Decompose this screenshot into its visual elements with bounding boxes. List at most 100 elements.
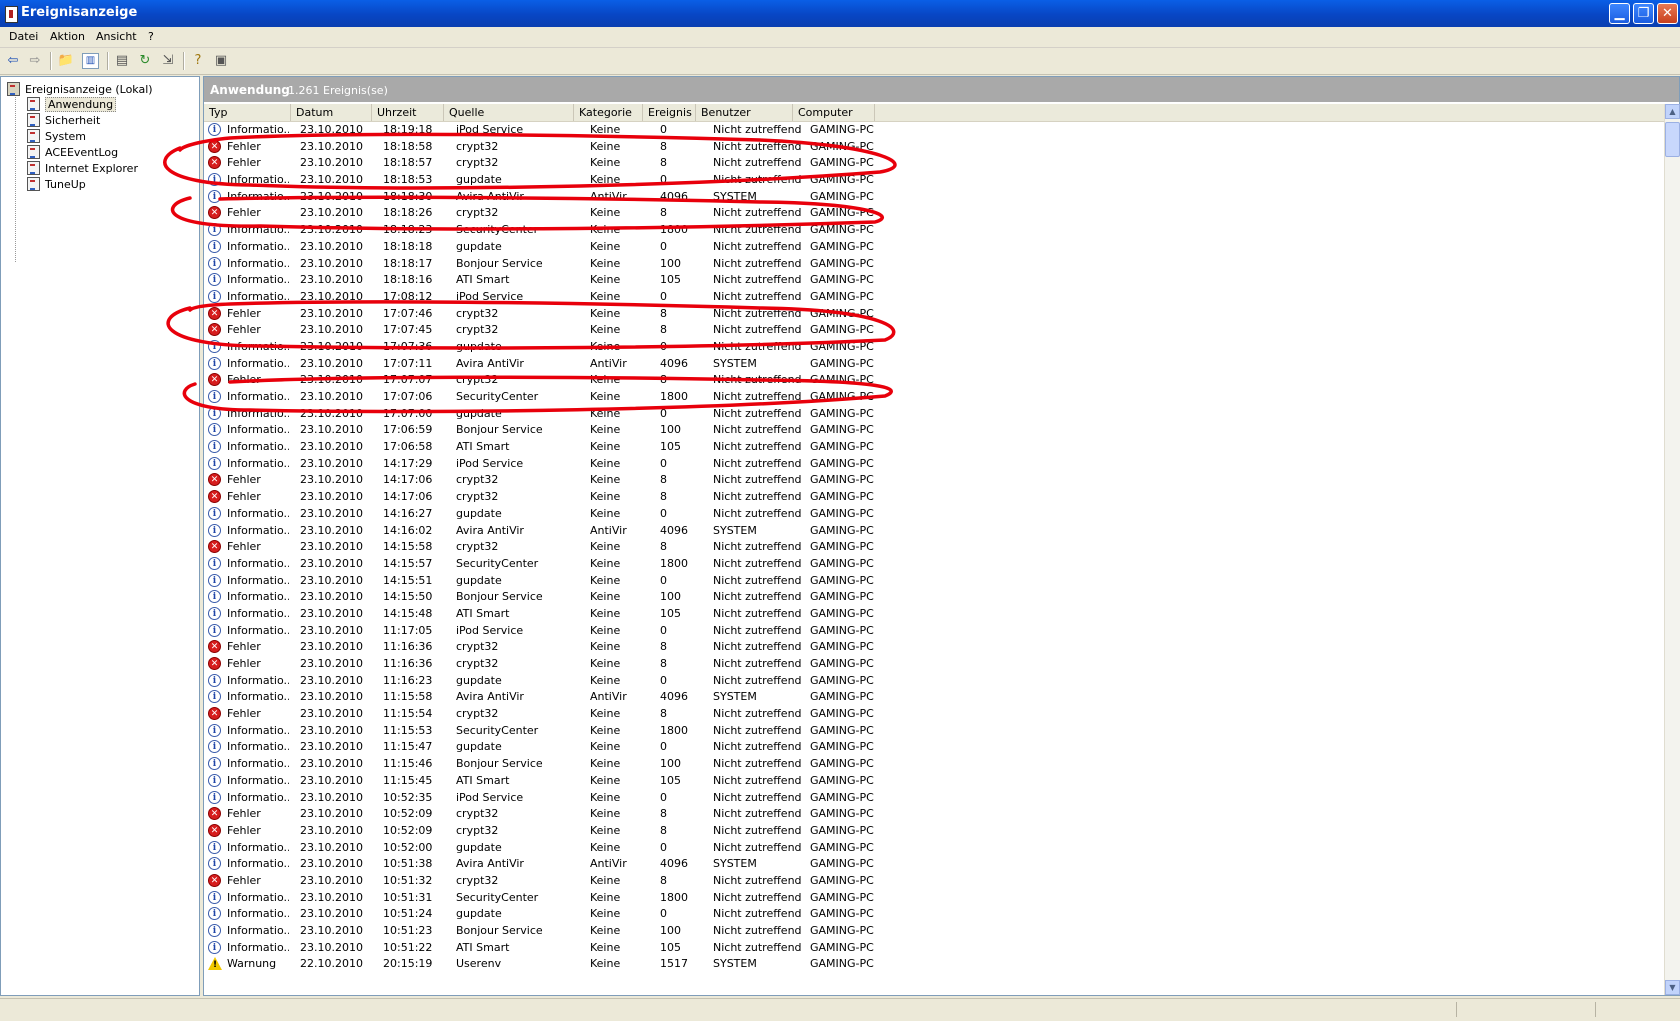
column-header-datum[interactable]: Datum	[291, 104, 372, 121]
table-row[interactable]: i Informatio... 23.10.2010 11:15:47 gupdate K…	[204, 739, 1664, 756]
column-header-computer[interactable]: Computer	[793, 104, 875, 121]
table-row[interactable]: ✕ Fehler 23.10.2010 14:15:58 crypt32 Keine 8 Ni…	[204, 539, 1664, 556]
export-list-icon[interactable]: ⇲	[159, 52, 177, 69]
menu-ansicht[interactable]: Ansicht	[96, 30, 137, 43]
table-row[interactable]: i Informatio... 23.10.2010 14:16:27 gupdate K…	[204, 506, 1664, 523]
table-row[interactable]: i Informatio... 23.10.2010 17:06:59 Bonjour …	[204, 422, 1664, 439]
table-row[interactable]: i Informatio... 23.10.2010 14:15:48 ATI Smar…	[204, 606, 1664, 623]
table-row[interactable]: i Informatio... 23.10.2010 11:15:46 Bonjour …	[204, 756, 1664, 773]
tree-root[interactable]: Ereignisanzeige (Lokal)	[7, 82, 153, 96]
table-row[interactable]: i Informatio... 23.10.2010 18:18:23 Security…	[204, 222, 1664, 239]
table-row[interactable]: ✕ Fehler 23.10.2010 17:07:46 crypt32 Keine 8 Ni…	[204, 306, 1664, 323]
cell-typ: Fehler	[227, 306, 261, 320]
table-row[interactable]: i Informatio... 23.10.2010 18:18:17 Bonjour …	[204, 256, 1664, 273]
table-row[interactable]: i Informatio... 23.10.2010 14:15:50 Bonjour …	[204, 589, 1664, 606]
column-header-quelle[interactable]: Quelle	[444, 104, 574, 121]
cell-ereignis: 0	[660, 740, 667, 754]
tree-item-anwendung[interactable]: Anwendung	[27, 97, 117, 112]
table-row[interactable]: i Informatio... 23.10.2010 17:06:58 ATI Smar…	[204, 439, 1664, 456]
table-row[interactable]: i Informatio... 23.10.2010 18:18:30 Avira An…	[204, 189, 1664, 206]
cell-kategorie: Keine	[590, 957, 621, 971]
log-icon	[27, 129, 40, 143]
table-row[interactable]: i Informatio... 23.10.2010 18:18:16 ATI Smar…	[204, 272, 1664, 289]
table-row[interactable]: i Informatio... 23.10.2010 10:51:23 Bonjour …	[204, 923, 1664, 940]
menu-datei[interactable]: Datei	[9, 30, 38, 43]
table-row[interactable]: i Informatio... 23.10.2010 14:17:29 iPod Ser…	[204, 456, 1664, 473]
up-folder-icon[interactable]: 📁	[57, 52, 75, 69]
tree-item-tuneup[interactable]: TuneUp	[27, 177, 86, 191]
table-row[interactable]: ✕ Fehler 23.10.2010 11:16:36 crypt32 Keine 8 Ni…	[204, 656, 1664, 673]
scroll-up-icon[interactable]: ▲	[1665, 104, 1680, 119]
forward-arrow-icon[interactable]: ⇨	[26, 52, 44, 69]
help-icon[interactable]: ?	[189, 52, 207, 69]
column-header-uhrzeit[interactable]: Uhrzeit	[372, 104, 444, 121]
cell-quelle: Bonjour Service	[456, 924, 543, 937]
info-icon: i	[208, 790, 221, 804]
properties-icon[interactable]: ▤	[113, 52, 131, 69]
table-row[interactable]: i Informatio... 23.10.2010 10:52:35 iPod Ser…	[204, 790, 1664, 807]
table-row[interactable]: ✕ Fehler 23.10.2010 11:15:54 crypt32 Keine 8 Ni…	[204, 706, 1664, 723]
table-row[interactable]: ✕ Fehler 23.10.2010 18:18:58 crypt32 Keine 8 Ni…	[204, 139, 1664, 156]
table-row[interactable]: i Informatio... 23.10.2010 11:15:53 Security…	[204, 723, 1664, 740]
table-row[interactable]: i Informatio... 23.10.2010 14:15:57 Security…	[204, 556, 1664, 573]
vertical-scrollbar[interactable]: ▲ ▼	[1664, 104, 1680, 995]
table-row[interactable]: ✕ Fehler 23.10.2010 10:51:32 crypt32 Keine 8 Ni…	[204, 873, 1664, 890]
tree-item-internet-explorer[interactable]: Internet Explorer	[27, 161, 138, 175]
help-topics-icon[interactable]: ▣	[212, 52, 230, 69]
table-row[interactable]: ✕ Fehler 23.10.2010 17:07:07 crypt32 Keine 8 Ni…	[204, 372, 1664, 389]
column-header-kategorie[interactable]: Kategorie	[574, 104, 643, 121]
minimize-button[interactable]: ▁	[1609, 3, 1630, 24]
table-row[interactable]: i Informatio... 23.10.2010 17:07:00 gupdate K…	[204, 406, 1664, 423]
restore-button[interactable]: ❐	[1633, 3, 1654, 24]
table-row[interactable]: ✕ Fehler 23.10.2010 18:18:57 crypt32 Keine 8 Ni…	[204, 155, 1664, 172]
tree-item-label: System	[45, 130, 87, 143]
table-row[interactable]: i Informatio... 23.10.2010 18:19:18 iPod Ser…	[204, 122, 1664, 139]
table-row[interactable]: ! Warnung 22.10.2010 20:15:19 Userenv Keine 15…	[204, 956, 1664, 973]
table-row[interactable]: i Informatio... 23.10.2010 17:07:11 Avira An…	[204, 356, 1664, 373]
table-row[interactable]: i Informatio... 23.10.2010 17:08:12 iPod Ser…	[204, 289, 1664, 306]
scroll-down-icon[interactable]: ▼	[1665, 980, 1680, 995]
cell-uhrzeit: 11:17:05	[383, 623, 433, 637]
table-row[interactable]: i Informatio... 23.10.2010 11:15:58 Avira An…	[204, 689, 1664, 706]
table-row[interactable]: ✕ Fehler 23.10.2010 14:17:06 crypt32 Keine 8 Ni…	[204, 489, 1664, 506]
table-row[interactable]: i Informatio... 23.10.2010 10:51:38 Avira An…	[204, 856, 1664, 873]
tree-item-system[interactable]: System	[27, 129, 86, 143]
cell-uhrzeit: 18:18:17	[383, 256, 433, 270]
table-row[interactable]: i Informatio... 23.10.2010 10:51:24 gupdate K…	[204, 906, 1664, 923]
info-icon: i	[208, 289, 221, 303]
table-row[interactable]: ✕ Fehler 23.10.2010 10:52:09 crypt32 Keine 8 Ni…	[204, 823, 1664, 840]
table-row[interactable]: i Informatio... 23.10.2010 14:16:02 Avira An…	[204, 523, 1664, 540]
table-row[interactable]: i Informatio... 23.10.2010 11:16:23 gupdate K…	[204, 673, 1664, 690]
column-header-typ[interactable]: Typ	[204, 104, 291, 121]
table-row[interactable]: i Informatio... 23.10.2010 14:15:51 gupdate K…	[204, 573, 1664, 590]
table-row[interactable]: i Informatio... 23.10.2010 17:07:06 Security…	[204, 389, 1664, 406]
close-button[interactable]: ✕	[1657, 3, 1678, 24]
table-row[interactable]: i Informatio... 23.10.2010 10:51:22 ATI Smar…	[204, 940, 1664, 957]
tree-item-sicherheit[interactable]: Sicherheit	[27, 113, 100, 127]
scroll-thumb[interactable]	[1665, 122, 1680, 157]
table-row[interactable]: ✕ Fehler 23.10.2010 10:52:09 crypt32 Keine 8 Ni…	[204, 806, 1664, 823]
column-header-ereignis[interactable]: Ereignis	[643, 104, 696, 121]
column-header-benutzer[interactable]: Benutzer	[696, 104, 793, 121]
table-row[interactable]: ✕ Fehler 23.10.2010 11:16:36 crypt32 Keine 8 Ni…	[204, 639, 1664, 656]
table-row[interactable]: i Informatio... 23.10.2010 18:18:53 gupdate K…	[204, 172, 1664, 189]
cell-kategorie: Keine	[590, 924, 621, 937]
table-row[interactable]: i Informatio... 23.10.2010 10:52:00 gupdate K…	[204, 840, 1664, 857]
cell-kategorie: Keine	[590, 223, 621, 237]
menu-aktion[interactable]: Aktion	[50, 30, 85, 43]
refresh-icon[interactable]: ↻	[136, 52, 154, 69]
menu-help[interactable]: ?	[148, 30, 154, 43]
table-row[interactable]: i Informatio... 23.10.2010 17:07:36 gupdate K…	[204, 339, 1664, 356]
table-row[interactable]: i Informatio... 23.10.2010 18:18:18 gupdate K…	[204, 239, 1664, 256]
table-row[interactable]: ✕ Fehler 23.10.2010 14:17:06 crypt32 Keine 8 Ni…	[204, 472, 1664, 489]
table-row[interactable]: i Informatio... 23.10.2010 11:15:45 ATI Smar…	[204, 773, 1664, 790]
panel-header: Anwendung 1.261 Ereignis(se)	[204, 77, 1679, 102]
cell-ereignis: 8	[660, 823, 667, 837]
tree-item-aceeventlog[interactable]: ACEEventLog	[27, 145, 118, 159]
show-hide-tree-icon[interactable]: ▥	[82, 53, 99, 69]
table-row[interactable]: ✕ Fehler 23.10.2010 17:07:45 crypt32 Keine 8 Ni…	[204, 322, 1664, 339]
back-arrow-icon[interactable]: ⇦	[4, 52, 22, 69]
table-row[interactable]: i Informatio... 23.10.2010 10:51:31 Security…	[204, 890, 1664, 907]
table-row[interactable]: i Informatio... 23.10.2010 11:17:05 iPod Ser…	[204, 623, 1664, 640]
table-row[interactable]: ✕ Fehler 23.10.2010 18:18:26 crypt32 Keine 8 Ni…	[204, 205, 1664, 222]
